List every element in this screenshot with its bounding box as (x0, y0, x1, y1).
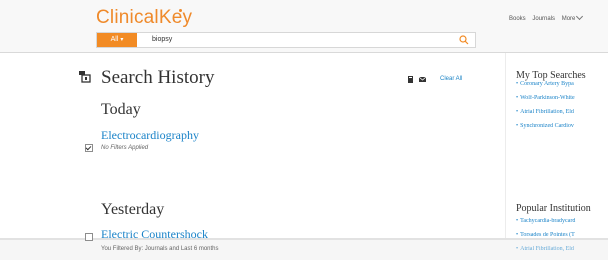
today-result-meta: No Filters Applied (101, 145, 149, 151)
page-title: Search History (101, 67, 215, 88)
nav-journals[interactable]: Journals (532, 16, 555, 22)
bullet-icon: • (516, 232, 519, 238)
search-input[interactable]: biopsy (152, 33, 172, 47)
scope-label: All (110, 36, 119, 43)
top-searches-title: My Top Searches (516, 70, 586, 81)
search-icon[interactable] (459, 35, 469, 45)
top-nav: Books Journals More (509, 14, 587, 22)
bullet-icon: • (516, 109, 519, 115)
popular-item[interactable]: • Tachycardia-bradycard (516, 218, 608, 232)
popular-list: • Tachycardia-bradycard • Torsades de Poin… (516, 218, 608, 260)
search-bar[interactable]: All ▾ biopsy (96, 32, 476, 48)
nav-books[interactable]: Books (509, 16, 526, 22)
top-searches-list: • Coronary Artery Bypa • Wolf-Parkinson-Wh… (516, 81, 608, 137)
popular-label: Torsades de Pointes (T (520, 232, 575, 238)
popular-label: Tachycardia-bradycard (520, 218, 576, 224)
popular-item[interactable]: • Torsades de Pointes (T (516, 232, 608, 246)
today-item-checkbox[interactable] (85, 144, 93, 152)
logo-accent-dot (179, 9, 182, 12)
bullet-icon: • (516, 246, 519, 252)
top-search-label: Wolf-Parkinson-White (520, 95, 575, 101)
bullet-icon: • (516, 95, 519, 101)
top-header: ClinicalKey All ▾ biopsy Books Journals M… (0, 0, 608, 53)
search-scope-dropdown[interactable]: All ▾ (97, 33, 137, 47)
chevron-down-icon: ▾ (120, 37, 124, 43)
history-icon (79, 71, 91, 83)
top-search-item[interactable]: • Coronary Artery Bypa (516, 81, 608, 95)
bullet-icon: • (516, 123, 519, 129)
print-icon[interactable] (407, 76, 414, 83)
clinicalkey-logo[interactable]: ClinicalKey (96, 7, 192, 29)
bullet-icon: • (516, 218, 519, 224)
popular-label: Atrial Fibrillation, Eld (520, 246, 574, 252)
column-divider (505, 53, 506, 238)
popular-title: Popular Institution (516, 203, 591, 214)
top-search-label: Atrial Fibrillation, Eld (520, 109, 574, 115)
bullet-icon: • (516, 81, 519, 87)
top-search-item[interactable]: • Synchronized Cardiov (516, 123, 608, 137)
top-search-label: Synchronized Cardiov (520, 123, 574, 129)
top-search-item[interactable]: • Atrial Fibrillation, Eld (516, 109, 608, 123)
today-heading: Today (101, 101, 141, 118)
top-search-label: Coronary Artery Bypa (520, 81, 574, 87)
yesterday-result-meta: You Filtered By: Journals and Last 6 mon… (101, 246, 219, 252)
nav-more[interactable]: More (562, 16, 583, 22)
clear-all-link[interactable]: Clear All (440, 76, 462, 82)
top-search-item[interactable]: • Wolf-Parkinson-White (516, 95, 608, 109)
today-result-link[interactable]: Electrocardiography (101, 128, 199, 143)
yesterday-heading: Yesterday (101, 201, 165, 218)
email-icon[interactable] (419, 76, 426, 83)
popular-item[interactable]: • Atrial Fibrillation, Eld (516, 246, 608, 260)
